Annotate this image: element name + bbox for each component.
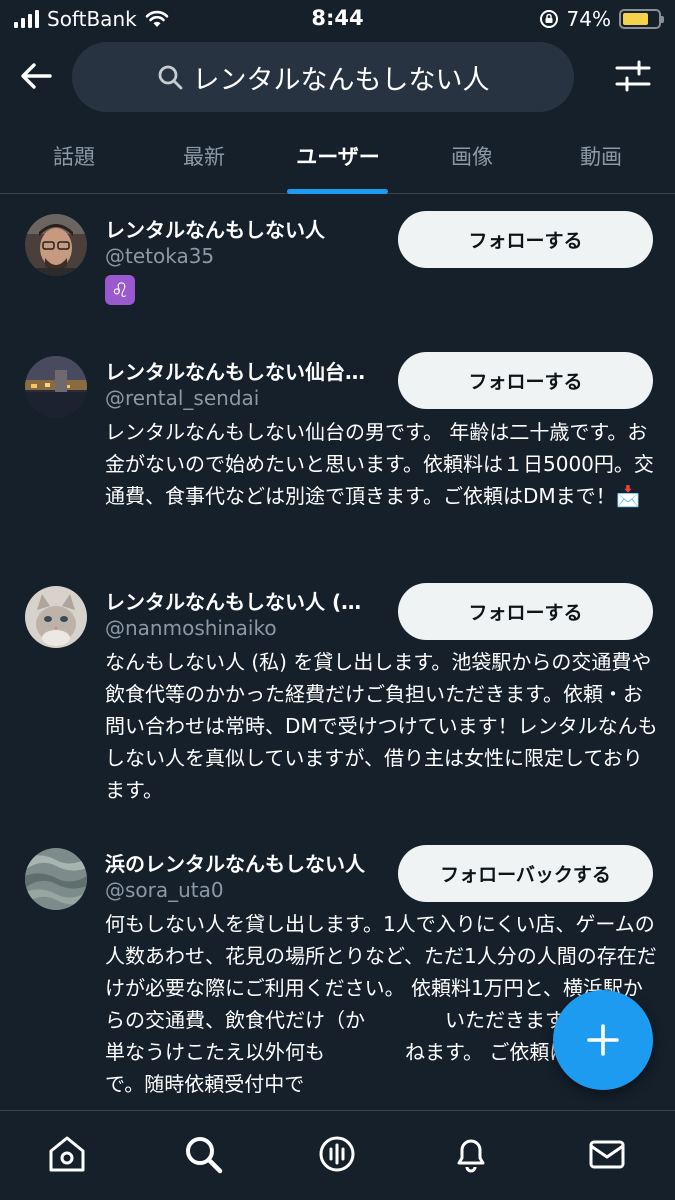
avatar[interactable] [25, 356, 87, 418]
mail-icon [589, 1140, 625, 1169]
filter-sliders-icon [615, 60, 651, 92]
search-icon [158, 65, 182, 90]
battery-icon [619, 9, 664, 29]
user-name[interactable]: レンタルなんもしない人 (… [105, 586, 390, 615]
user-result[interactable]: レンタルなんもしない人 @tetoka35 ♌ フォローする [0, 196, 675, 316]
user-name[interactable]: レンタルなんもしない人 [105, 214, 390, 243]
search-input[interactable]: レンタルなんもしない人 [72, 42, 574, 112]
tab-topics[interactable]: 話題 [0, 118, 148, 194]
search-tabs: 話題 最新 ユーザー 画像 動画 [0, 118, 675, 194]
user-bio: レンタルなんもしない仙台の男です。 年齢は二十歳です。お金がないので始めたいと思… [105, 420, 654, 508]
nav-home[interactable] [42, 1129, 92, 1179]
battery-percent: 74% [566, 7, 611, 31]
tab-videos[interactable]: 動画 [527, 118, 675, 194]
search-header: レンタルなんもしない人 [0, 38, 675, 116]
plus-icon [587, 1024, 619, 1056]
user-result[interactable]: レンタルなんもしない仙台… @rental_sendai レンタルなんもしない仙… [0, 336, 675, 556]
back-button[interactable] [16, 56, 56, 96]
follow-button[interactable]: フォローする [398, 352, 653, 409]
bottom-nav [0, 1110, 675, 1200]
search-query: レンタルなんもしない人 [192, 64, 490, 96]
user-name[interactable]: レンタルなんもしない仙台… [105, 356, 390, 385]
battery-level [623, 13, 649, 25]
follow-back-button[interactable]: フォローバックする [398, 845, 653, 902]
active-tab-indicator [287, 189, 388, 194]
user-result[interactable]: レンタルなんもしない人 (… @nanmoshinaiko なんもしない人 (私… [0, 566, 675, 816]
nav-notifications[interactable] [446, 1129, 496, 1179]
user-bio: なんもしない人 (私) を貸し出します。池袋駅からの交通費や飲食代等のかかった経… [105, 650, 658, 802]
back-arrow-icon [21, 63, 52, 89]
compose-tweet-button[interactable] [553, 990, 653, 1090]
search-icon [186, 1137, 223, 1174]
status-bar: SoftBank 8:44 74% [0, 0, 675, 38]
user-handle: @sora_uta0 [105, 878, 224, 902]
user-bio: ♌ [105, 274, 660, 306]
nav-search[interactable] [178, 1129, 228, 1179]
rotation-lock-icon [539, 10, 558, 28]
tab-users[interactable]: ユーザー [263, 118, 413, 194]
spaces-icon [319, 1136, 355, 1172]
follow-button[interactable]: フォローする [398, 583, 653, 640]
nav-messages[interactable] [582, 1129, 632, 1179]
bell-icon [457, 1139, 485, 1173]
follow-button[interactable]: フォローする [398, 211, 653, 268]
filter-button[interactable] [613, 56, 653, 96]
nav-spaces[interactable] [312, 1129, 362, 1179]
avatar[interactable] [25, 214, 87, 276]
user-name[interactable]: 浜のレンタルなんもしない人 [105, 848, 395, 877]
leo-sign-icon: ♌ [105, 275, 135, 305]
tab-latest[interactable]: 最新 [130, 118, 278, 194]
avatar[interactable] [25, 586, 87, 648]
status-right: 74% [539, 7, 664, 31]
tab-images[interactable]: 画像 [397, 118, 547, 194]
user-handle: @tetoka35 [105, 244, 215, 268]
avatar[interactable] [25, 848, 87, 910]
user-handle: @rental_sendai [105, 386, 260, 410]
home-icon [49, 1136, 85, 1172]
user-handle: @nanmoshinaiko [105, 616, 277, 640]
